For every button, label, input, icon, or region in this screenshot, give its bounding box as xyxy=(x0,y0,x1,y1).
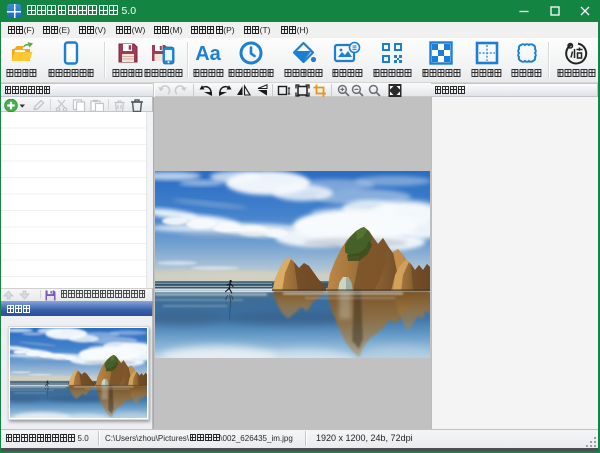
svg-text:Aa: Aa xyxy=(195,43,221,65)
